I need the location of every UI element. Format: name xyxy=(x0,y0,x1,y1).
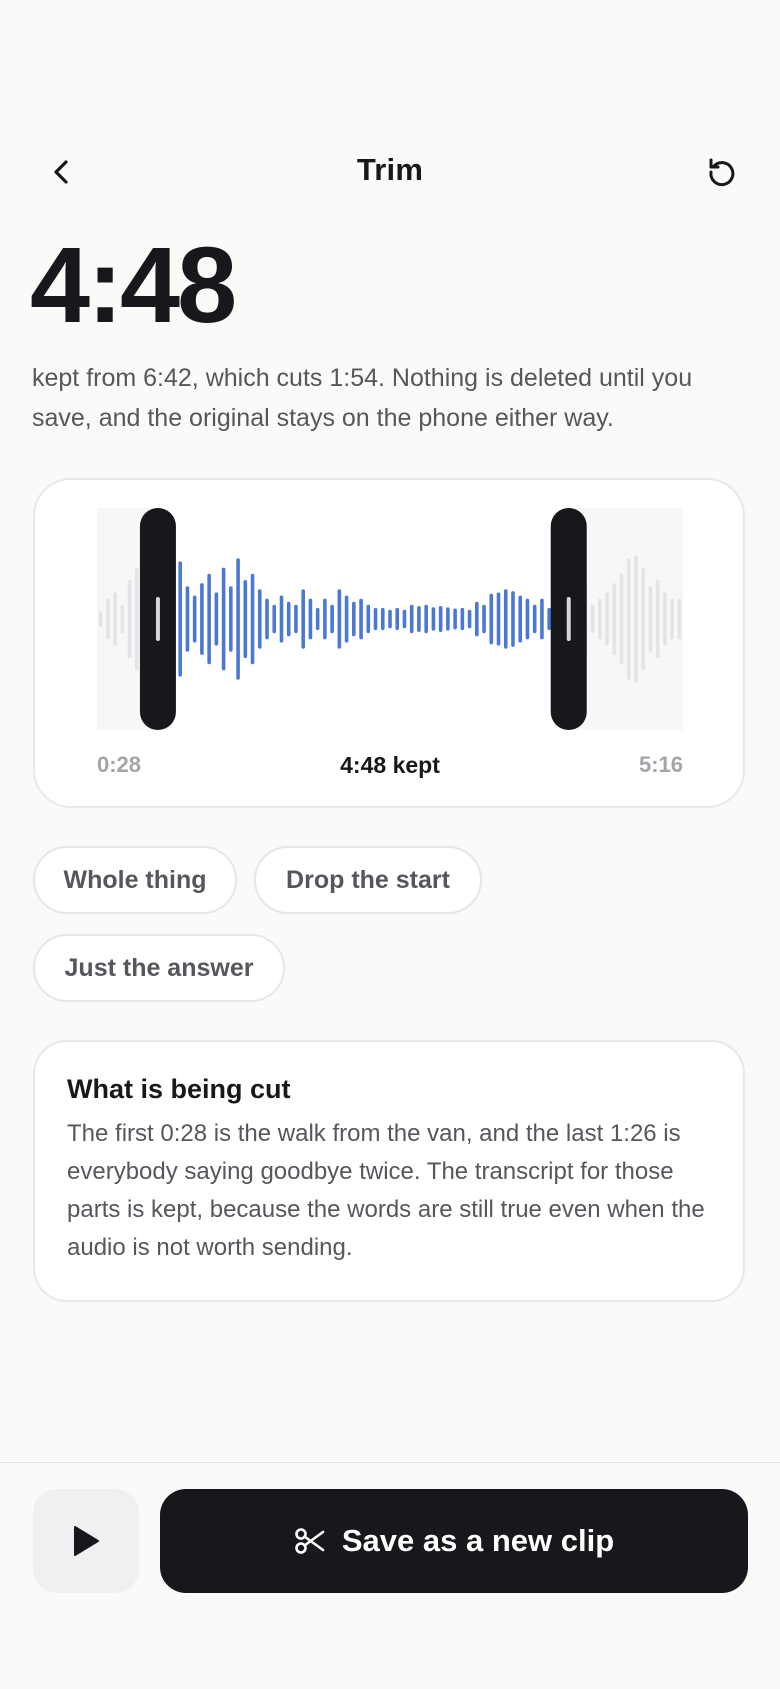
trim-handle-start[interactable] xyxy=(139,508,176,730)
waveform[interactable] xyxy=(97,508,683,730)
reset-button[interactable] xyxy=(694,144,750,200)
trim-end-time: 5:16 xyxy=(638,752,683,777)
bottom-action-bar: Save as a new clip xyxy=(0,1462,780,1689)
waveform-card: 0:28 4:48 kept 5:16 xyxy=(33,478,745,808)
waveform-labels: 0:28 4:48 kept 5:16 xyxy=(97,752,683,782)
cut-info-body: The first 0:28 is the walk from the van,… xyxy=(67,1120,705,1261)
play-button[interactable] xyxy=(33,1489,139,1593)
cut-info-card: What is being cut The first 0:28 is the … xyxy=(33,1040,745,1302)
scissors-icon xyxy=(294,1527,326,1555)
trim-handle-end[interactable] xyxy=(550,508,587,730)
waveform-graphic xyxy=(97,508,683,730)
play-icon xyxy=(74,1526,99,1556)
preset-whole-thing[interactable]: Whole thing xyxy=(33,846,237,914)
save-clip-button[interactable]: Save as a new clip xyxy=(160,1489,748,1593)
save-clip-label: Save as a new clip xyxy=(341,1523,615,1558)
trim-handle-end-grip xyxy=(566,597,571,641)
kept-duration: 4:48 xyxy=(30,224,237,345)
page-title: Trim xyxy=(356,152,424,187)
trim-handle-start-grip xyxy=(155,597,160,641)
top-bar: Trim xyxy=(0,140,780,204)
kept-time-label: 4:48 kept xyxy=(340,752,440,778)
cut-info-heading: What is being cut xyxy=(67,1074,291,1104)
trim-summary: kept from 6:42, which cuts 1:54. Nothing… xyxy=(32,364,693,432)
preset-just-the-answer[interactable]: Just the answer xyxy=(33,934,285,1002)
undo-icon xyxy=(709,158,735,187)
preset-drop-the-start[interactable]: Drop the start xyxy=(254,846,482,914)
